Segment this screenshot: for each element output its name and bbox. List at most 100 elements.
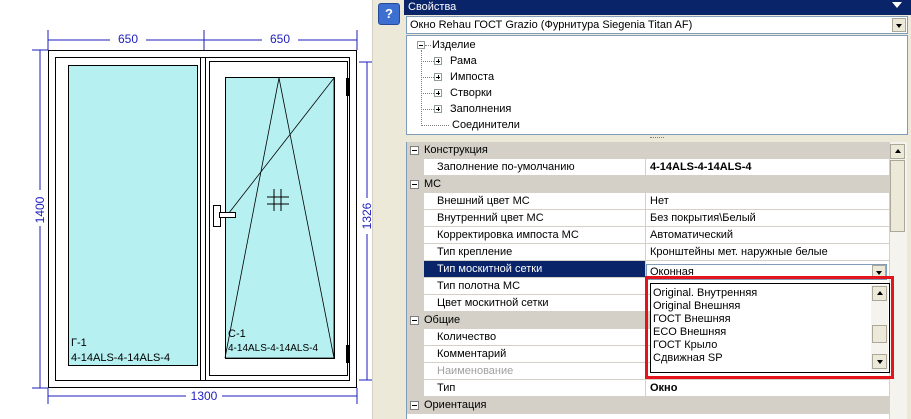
prop-value[interactable]: Окно	[646, 380, 889, 397]
chevron-down-icon[interactable]	[892, 2, 902, 8]
tree-connector	[421, 61, 434, 62]
product-select-value: Окно Rehau ГОСТ Grazio (Фурнитура Siegen…	[410, 19, 693, 31]
row-gutter	[407, 380, 424, 397]
toolbar-strip	[372, 0, 405, 419]
tree-connector	[421, 125, 449, 126]
panel-title: Свойства	[408, 1, 457, 13]
tree-item-mullions[interactable]: Импоста	[450, 70, 494, 85]
category-label: Общие	[424, 314, 461, 326]
prop-name: Цвет москитной сетки	[424, 295, 646, 312]
prop-row-inner-color[interactable]: Внутренний цвет МС Без покрытия\Белый	[407, 210, 889, 227]
row-gutter	[407, 329, 424, 346]
glass-left	[68, 65, 198, 366]
prop-row-outer-color[interactable]: Внешний цвет МС Нет	[407, 193, 889, 210]
scroll-up-button[interactable]	[890, 144, 905, 159]
glass-right	[225, 77, 335, 359]
collapse-icon[interactable]	[410, 401, 419, 410]
prop-name-text: Тип крепление	[437, 246, 513, 258]
expand-icon[interactable]	[434, 57, 442, 65]
prop-name-text: Количество	[437, 331, 497, 343]
expand-icon[interactable]	[434, 105, 442, 113]
pane-left-name: Г-1	[71, 337, 87, 349]
tree-connector	[421, 77, 434, 78]
prop-value-text: Кронштейны мет. наружные белые	[650, 246, 828, 258]
tree-item-root[interactable]: Изделие	[432, 38, 476, 53]
prop-value[interactable]: 4-14ALS-4-14ALS-4	[646, 159, 889, 176]
dim-right: 1326	[360, 202, 372, 229]
prop-value[interactable]: Без покрытия\Белый	[646, 210, 889, 227]
row-gutter	[407, 244, 424, 261]
tree-connector	[421, 93, 434, 94]
help-button[interactable]: ?	[378, 3, 400, 25]
chevron-down-icon	[896, 24, 902, 28]
dim-bottom: 1300	[191, 389, 218, 403]
tree-connector	[421, 109, 434, 110]
prop-row-default-filling[interactable]: Заполнение по-умолчанию 4-14ALS-4-14ALS-…	[407, 159, 889, 176]
prop-row-mullion-adjust[interactable]: Корректировка импоста МС Автоматический	[407, 227, 889, 244]
tree-item-fillings[interactable]: Заполнения	[450, 102, 511, 117]
row-gutter	[407, 363, 424, 380]
pane-left-glass: 4-14ALS-4-14ALS-4	[71, 352, 170, 364]
pane-right-name: С-1	[228, 328, 246, 340]
category-construction[interactable]: Конструкция	[407, 142, 889, 159]
prop-value[interactable]: Автоматический	[646, 227, 889, 244]
window-drawing: 650 650 1400 1326 1300 Г-1 4-14ALS-4-14A…	[32, 30, 372, 404]
row-gutter	[407, 210, 424, 227]
panel-header: Свойства	[404, 0, 911, 15]
handle-lever-icon	[219, 212, 236, 218]
prop-value-text: Автоматический	[650, 229, 734, 241]
product-select-dropdown-button[interactable]	[892, 18, 906, 32]
prop-name: Заполнение по-умолчанию	[424, 159, 646, 176]
category-label: Конструкция	[424, 144, 488, 156]
prop-row-mount-type[interactable]: Тип крепление Кронштейны мет. наружные б…	[407, 244, 889, 261]
splitter-grip[interactable]	[650, 137, 664, 141]
tree-item-sashes[interactable]: Створки	[450, 86, 492, 101]
row-gutter	[407, 227, 424, 244]
prop-name: Наименование	[424, 363, 646, 380]
pane-right-glass: 4-14ALS-4-14ALS-4	[228, 343, 318, 354]
dim-top-right: 650	[270, 32, 290, 46]
prop-name-text: Внешний цвет МС	[437, 195, 530, 207]
prop-name-text: Тип	[437, 382, 456, 394]
prop-name: Тип москитной сетки	[424, 261, 646, 278]
collapse-icon[interactable]	[417, 41, 425, 49]
prop-name-text: Цвет москитной сетки	[437, 297, 549, 309]
arrow-up-icon	[895, 149, 901, 153]
prop-value-text: 4-14ALS-4-14ALS-4	[650, 161, 752, 173]
dim-top-left: 650	[118, 32, 138, 46]
prop-name-text: Наименование	[437, 365, 514, 377]
hinge-top-icon	[346, 78, 350, 96]
prop-value-text: Окно	[650, 382, 678, 394]
prop-name: Внешний цвет МС	[424, 193, 646, 210]
hinge-bottom-icon	[346, 345, 350, 363]
help-icon: ?	[385, 6, 393, 21]
collapse-icon[interactable]	[410, 146, 419, 155]
prop-row-type[interactable]: Тип Окно	[407, 380, 889, 397]
prop-name: Внутренний цвет МС	[424, 210, 646, 227]
tree-item-frame[interactable]: Рама	[450, 54, 477, 69]
row-gutter	[407, 193, 424, 210]
expand-icon[interactable]	[434, 89, 442, 97]
category-orientation[interactable]: Ориентация	[407, 397, 889, 414]
product-select[interactable]: Окно Rehau ГОСТ Grazio (Фурнитура Siegen…	[406, 16, 908, 34]
row-gutter	[407, 295, 424, 312]
dim-left: 1400	[33, 196, 47, 223]
prop-value[interactable]: Нет	[646, 193, 889, 210]
category-label: МС	[424, 178, 442, 190]
prop-name: Корректировка импоста МС	[424, 227, 646, 244]
prop-name: Тип крепление	[424, 244, 646, 261]
collapse-icon[interactable]	[410, 316, 419, 325]
prop-name-text: Тип полотна МС	[437, 280, 521, 292]
prop-name: Количество	[424, 329, 646, 346]
expand-icon[interactable]	[434, 73, 442, 81]
prop-name: Комментарий	[424, 346, 646, 363]
prop-value[interactable]: Кронштейны мет. наружные белые	[646, 244, 889, 261]
category-ms[interactable]: МС	[407, 176, 889, 193]
scroll-thumb[interactable]	[890, 160, 905, 232]
row-gutter	[407, 346, 424, 363]
category-label: Ориентация	[424, 399, 487, 411]
collapse-icon[interactable]	[410, 180, 419, 189]
tree-item-connectors[interactable]: Соединители	[452, 118, 520, 133]
product-tree[interactable]: Изделие Рама Импоста Створки Заполнения …	[406, 35, 908, 135]
window-drawing-canvas[interactable]: 650 650 1400 1326 1300 Г-1 4-14ALS-4-14A…	[0, 0, 372, 419]
